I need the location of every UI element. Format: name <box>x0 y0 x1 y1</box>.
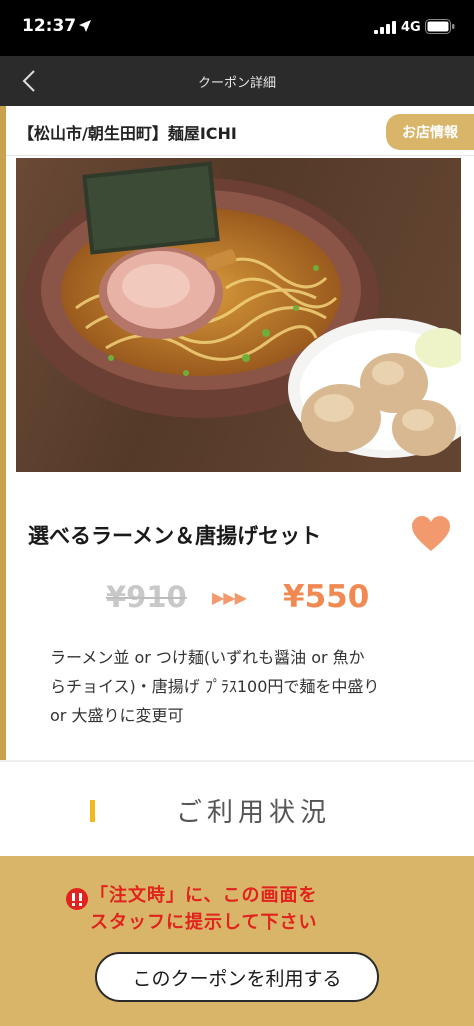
battery-icon <box>425 19 455 34</box>
description-line: or 大盛りに変更可 <box>50 706 184 725</box>
description-line: ラーメン並 or つけ麺(いずれも醤油 or 魚か <box>50 648 365 667</box>
usage-section: ご利用状況 <box>0 770 474 848</box>
coupon-description: ラーメン並 or つけ麺(いずれも醤油 or 魚か らチョイス)・唐揚げ ﾌﾟﾗ… <box>50 643 430 730</box>
usage-marker <box>90 800 95 822</box>
shop-header: 【松山市/朝生田町】麺屋ICHI お店情報 <box>6 106 474 156</box>
description-line: らチョイス)・唐揚げ ﾌﾟﾗｽ100円で麺を中盛り <box>50 677 380 696</box>
notice-line: スタッフに提示して下さい <box>90 912 318 933</box>
usage-title: ご利用状況 <box>176 798 332 828</box>
new-price: ¥550 <box>283 579 370 615</box>
notice-text: 「注文時」に、この画面を スタッフに提示して下さい <box>90 882 390 936</box>
nav-title: クーポン詳細 <box>197 76 276 91</box>
nav-bar: クーポン詳細 <box>0 56 474 106</box>
coupon-title: 選べるラーメン＆唐揚げセット <box>28 524 322 548</box>
exclamation-circle-icon <box>66 888 88 910</box>
status-bar: 12:37 4G <box>0 0 474 56</box>
shop-info-button[interactable]: お店情報 <box>386 114 474 150</box>
shop-name: 【松山市/朝生田町】麺屋ICHI <box>18 124 237 143</box>
price-arrows-icon: ▶▶▶ <box>212 588 247 607</box>
heart-icon[interactable] <box>411 515 451 553</box>
price-row: ¥910 ▶▶▶ ¥550 <box>0 576 474 620</box>
accent-strip <box>0 106 6 760</box>
old-price: ¥910 <box>106 580 187 614</box>
food-photo <box>16 158 461 472</box>
footer: 「注文時」に、この画面を スタッフに提示して下さい このクーポンを利用する <box>0 856 474 1026</box>
ramen-karaage-image <box>16 158 461 472</box>
signal-bars-icon <box>374 21 396 34</box>
notice-line: 「注文時」に、この画面を <box>90 885 318 906</box>
location-arrow-icon <box>79 20 91 32</box>
status-time: 12:37 <box>22 16 77 36</box>
use-coupon-button[interactable]: このクーポンを利用する <box>95 952 379 1002</box>
section-divider <box>0 760 474 762</box>
network-label: 4G <box>401 20 421 35</box>
